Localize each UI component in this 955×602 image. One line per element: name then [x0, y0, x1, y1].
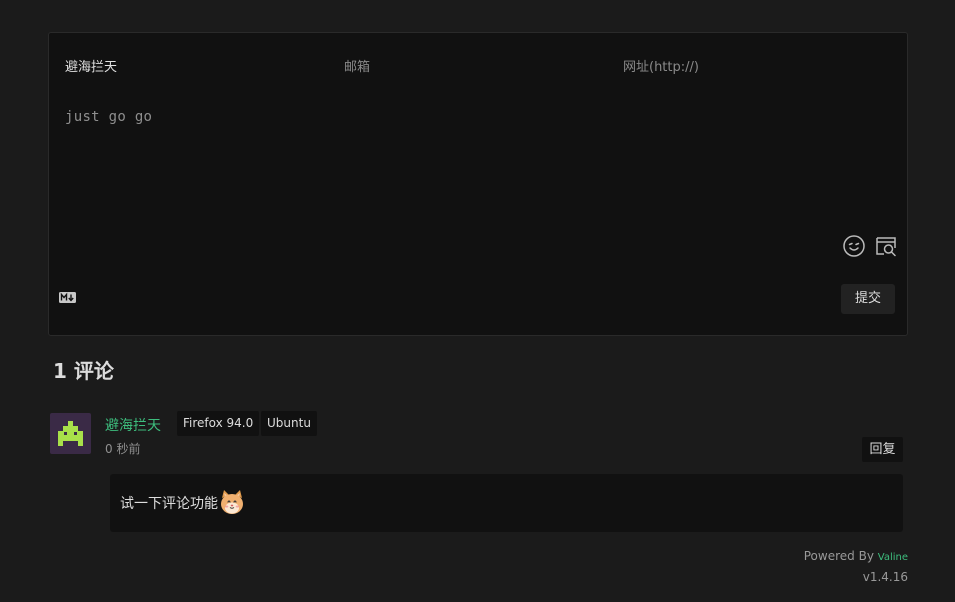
comment-author[interactable]: 避海拦天 [105, 415, 161, 435]
avatar[interactable] [50, 413, 91, 454]
emoji-face-icon[interactable] [842, 234, 866, 258]
version-label: v1.4.16 [862, 570, 908, 584]
website-field[interactable]: 网址(http://) [623, 56, 699, 75]
os-badge: Ubuntu [261, 411, 317, 436]
valine-link[interactable]: Valine [878, 552, 908, 563]
browser-badge: Firefox 94.0 [177, 411, 260, 436]
comment-form: 避海拦天 邮箱 网址(http://) just go go 提交 [48, 32, 908, 336]
markdown-icon[interactable] [59, 292, 76, 303]
nickname-field[interactable]: 避海拦天 [65, 56, 117, 75]
comment-text: 试一下评论功能 [120, 496, 218, 512]
powered-by-label: Powered By [803, 549, 874, 563]
preview-icon[interactable] [874, 234, 898, 258]
email-field[interactable]: 邮箱 [344, 56, 370, 75]
comment-count-number: 1 [53, 359, 67, 383]
comment-textarea[interactable]: just go go [65, 109, 865, 125]
submit-button[interactable]: 提交 [841, 284, 895, 314]
comment-count: 1 评论 [53, 355, 114, 384]
comment-time: 0 秒前 [105, 442, 141, 456]
comment-count-label: 评论 [73, 359, 114, 383]
powered-by: Powered By Valine [804, 549, 908, 563]
reply-button[interactable]: 回复 [862, 437, 903, 462]
comment-content: 试一下评论功能 [110, 474, 903, 532]
cat-face-icon [221, 490, 243, 514]
